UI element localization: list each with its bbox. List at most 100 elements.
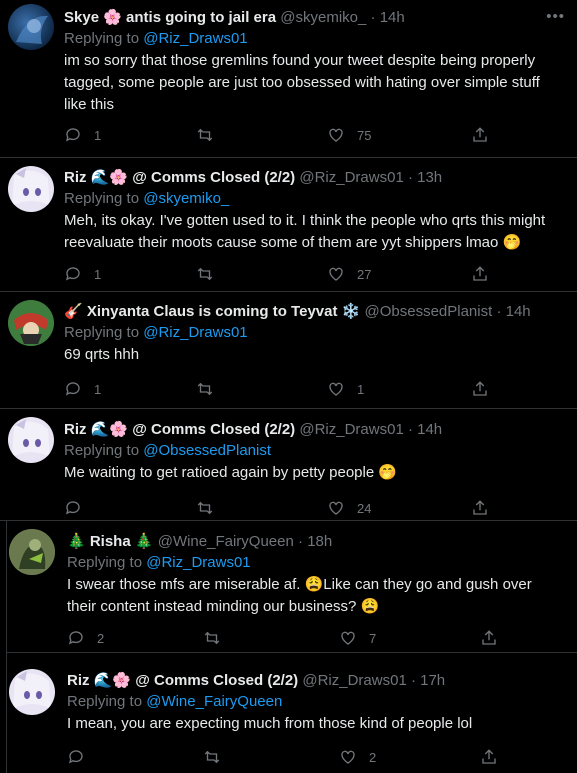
tweet[interactable]: Riz 🌊🌸 @ Comms Closed (2/2) @Riz_Draws01… bbox=[0, 158, 577, 292]
share-icon bbox=[482, 630, 496, 645]
replying-to: Replying to @Wine_FairyQueen bbox=[67, 692, 567, 712]
reply-icon bbox=[65, 267, 80, 281]
like-button[interactable]: 75 bbox=[327, 125, 371, 145]
display-name[interactable]: Skye 🌸 antis going to jail era bbox=[64, 9, 276, 26]
mention-link[interactable]: @skyemiko_ bbox=[143, 190, 229, 207]
share-button[interactable] bbox=[471, 264, 489, 284]
mention-link[interactable]: @Riz_Draws01 bbox=[146, 554, 250, 571]
avatar[interactable] bbox=[9, 529, 55, 575]
avatar[interactable] bbox=[9, 669, 55, 715]
retweet-icon bbox=[197, 501, 213, 515]
replying-to: Replying to @Riz_Draws01 bbox=[67, 553, 567, 573]
user-handle[interactable]: @Riz_Draws01 bbox=[302, 672, 406, 689]
reply-button[interactable]: 1 bbox=[64, 264, 101, 284]
reply-count: 1 bbox=[94, 381, 102, 397]
like-count: 2 bbox=[369, 749, 377, 765]
avatar[interactable] bbox=[8, 417, 54, 463]
share-button[interactable] bbox=[471, 498, 489, 518]
retweet-button[interactable] bbox=[196, 125, 214, 145]
avatar[interactable] bbox=[8, 166, 54, 212]
like-button[interactable]: 7 bbox=[339, 628, 376, 648]
retweet-icon bbox=[204, 750, 220, 764]
replying-to: Replying to @skyemiko_ bbox=[64, 189, 567, 209]
display-name[interactable]: 🎸 Xinyanta Claus is coming to Teyvat ❄️ bbox=[64, 303, 360, 320]
display-name[interactable]: Riz 🌊🌸 @ Comms Closed (2/2) bbox=[67, 672, 298, 689]
mention-link[interactable]: @Wine_FairyQueen bbox=[146, 693, 282, 710]
reply-icon bbox=[68, 631, 83, 645]
reply-count: 2 bbox=[97, 630, 105, 646]
retweet-icon bbox=[204, 631, 220, 645]
timestamp[interactable]: 13h bbox=[417, 169, 442, 186]
share-button[interactable] bbox=[471, 379, 489, 399]
tweet-text: 69 qrts hhh bbox=[64, 346, 140, 363]
like-count: 1 bbox=[357, 381, 365, 397]
like-button[interactable]: 24 bbox=[327, 498, 371, 518]
retweet-icon bbox=[197, 267, 213, 281]
tweet-text: Me waiting to get ratioed again by petty… bbox=[64, 464, 398, 481]
mention-link[interactable]: @ObsessedPlanist bbox=[143, 442, 271, 459]
tweet[interactable]: Riz 🌊🌸 @ Comms Closed (2/2) @Riz_Draws01… bbox=[0, 409, 577, 521]
more-icon[interactable]: ••• bbox=[546, 8, 565, 25]
separator-dot: · bbox=[298, 533, 304, 550]
user-handle[interactable]: @skyemiko_ bbox=[280, 9, 366, 26]
share-button[interactable] bbox=[480, 747, 498, 767]
retweet-button[interactable] bbox=[196, 379, 214, 399]
tweet[interactable]: 🎄 Risha 🎄 @Wine_FairyQueen · 18h Replyin… bbox=[6, 521, 577, 653]
reply-icon bbox=[65, 382, 80, 396]
tweet-text: I swear those mfs are miserable af. 😩Lik… bbox=[67, 576, 532, 615]
share-button[interactable] bbox=[471, 125, 489, 145]
avatar[interactable] bbox=[8, 4, 54, 50]
timestamp[interactable]: 18h bbox=[307, 533, 332, 550]
like-button[interactable]: 2 bbox=[339, 747, 376, 767]
reply-button[interactable]: 1 bbox=[64, 379, 101, 399]
tweet-text: im so sorry that those gremlins found yo… bbox=[64, 52, 540, 113]
separator-dot: · bbox=[370, 9, 376, 26]
like-count: 75 bbox=[357, 127, 372, 143]
like-button[interactable]: 1 bbox=[327, 379, 364, 399]
retweet-button[interactable] bbox=[203, 747, 221, 767]
mention-link[interactable]: @Riz_Draws01 bbox=[143, 30, 247, 47]
replying-to-label: Replying to bbox=[64, 324, 144, 341]
retweet-button[interactable] bbox=[196, 264, 214, 284]
user-handle[interactable]: @Wine_FairyQueen bbox=[158, 533, 294, 550]
like-count: 27 bbox=[357, 266, 372, 282]
avatar[interactable] bbox=[8, 300, 54, 346]
timestamp[interactable]: 14h bbox=[380, 9, 405, 26]
reply-button[interactable] bbox=[64, 498, 94, 518]
like-button[interactable]: 27 bbox=[327, 264, 371, 284]
timestamp[interactable]: 17h bbox=[420, 672, 445, 689]
avatar-art bbox=[13, 671, 51, 709]
separator-dot: · bbox=[407, 421, 413, 438]
reply-button[interactable]: 2 bbox=[67, 628, 104, 648]
tweet[interactable]: Riz 🌊🌸 @ Comms Closed (2/2) @Riz_Draws01… bbox=[6, 653, 577, 773]
like-icon bbox=[341, 631, 355, 645]
timestamp[interactable]: 14h bbox=[506, 303, 531, 320]
retweet-button[interactable] bbox=[196, 498, 214, 518]
retweet-icon bbox=[197, 382, 213, 396]
timestamp[interactable]: 14h bbox=[417, 421, 442, 438]
tweet-text: Meh, its okay. I've gotten used to it. I… bbox=[64, 212, 546, 251]
reply-count: 1 bbox=[94, 266, 102, 282]
tweet[interactable]: Skye 🌸 antis going to jail era @skyemiko… bbox=[0, 0, 577, 158]
tweet[interactable]: 🎸 Xinyanta Claus is coming to Teyvat ❄️ … bbox=[0, 292, 577, 409]
avatar-art bbox=[16, 15, 48, 44]
user-handle[interactable]: @Riz_Draws01 bbox=[299, 169, 403, 186]
display-name[interactable]: Riz 🌊🌸 @ Comms Closed (2/2) bbox=[64, 169, 295, 186]
like-count: 7 bbox=[369, 630, 377, 646]
like-icon bbox=[329, 267, 343, 281]
reply-button[interactable]: 1 bbox=[64, 125, 101, 145]
reply-icon bbox=[68, 750, 83, 764]
replying-to-label: Replying to bbox=[64, 442, 144, 459]
user-handle[interactable]: @ObsessedPlanist bbox=[364, 303, 492, 320]
replying-to-label: Replying to bbox=[64, 30, 144, 47]
reply-icon bbox=[65, 128, 80, 142]
retweet-button[interactable] bbox=[203, 628, 221, 648]
mention-link[interactable]: @Riz_Draws01 bbox=[143, 324, 247, 341]
avatar-art bbox=[12, 419, 50, 457]
display-name[interactable]: Riz 🌊🌸 @ Comms Closed (2/2) bbox=[64, 421, 295, 438]
reply-icon bbox=[65, 501, 80, 515]
share-button[interactable] bbox=[480, 628, 498, 648]
user-handle[interactable]: @Riz_Draws01 bbox=[299, 421, 403, 438]
reply-button[interactable] bbox=[67, 747, 97, 767]
display-name[interactable]: 🎄 Risha 🎄 bbox=[67, 533, 154, 550]
